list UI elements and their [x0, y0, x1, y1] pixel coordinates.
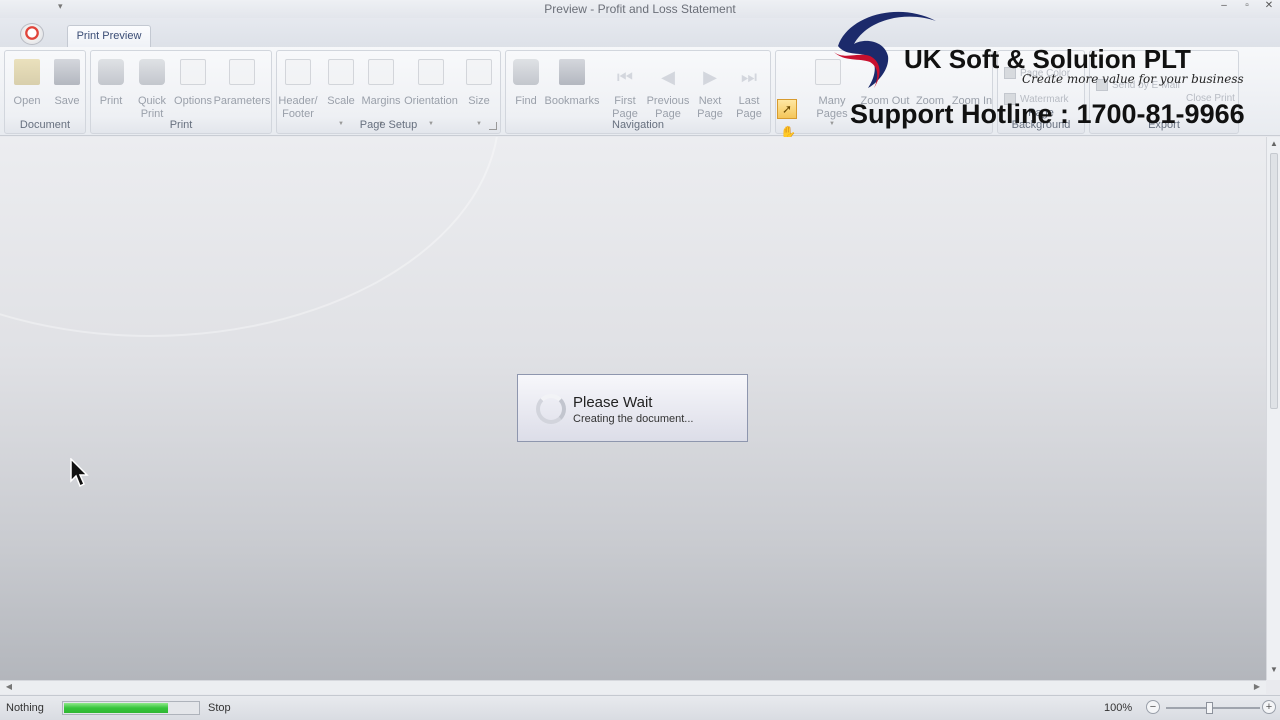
- zoom-level: 100%: [1104, 702, 1133, 714]
- find-button[interactable]: Find: [502, 55, 550, 119]
- bookmarks-button[interactable]: Bookmarks: [544, 55, 600, 119]
- zoom-slider-thumb[interactable]: [1206, 702, 1213, 714]
- bookmarks-icon: [559, 59, 585, 85]
- margins-icon: [368, 59, 394, 85]
- please-wait-dialog: Please Wait Creating the document...: [517, 374, 748, 442]
- company-name: UK Soft & Solution PLT: [904, 44, 1191, 74]
- header-footer-icon: [285, 59, 311, 85]
- parameters-label: Parameters: [213, 95, 271, 107]
- horizontal-scrollbar[interactable]: ◀ ▶: [0, 680, 1266, 694]
- last-page-label: Last Page: [736, 95, 762, 120]
- progress-bar-fill: [64, 703, 169, 713]
- parameters-button[interactable]: Parameters: [214, 55, 270, 119]
- bookmarks-label: Bookmarks: [544, 95, 600, 107]
- size-button[interactable]: Size ▼: [455, 55, 503, 127]
- group-label-navigation: Navigation: [612, 119, 664, 131]
- first-page-button[interactable]: ⏮ First Page: [601, 55, 649, 120]
- ribbon-group-page-setup: Header/ Footer Scale ▼ Margins ▼ Orienta…: [276, 50, 501, 134]
- dialog-title: Please Wait: [573, 394, 653, 411]
- next-page-label: Next Page: [697, 95, 723, 120]
- header-footer-button[interactable]: Header/ Footer: [274, 55, 322, 120]
- tab-print-preview[interactable]: Print Preview: [67, 25, 151, 49]
- scale-icon: [328, 59, 354, 85]
- options-button[interactable]: Options: [169, 55, 217, 119]
- binoculars-icon: [513, 59, 539, 85]
- application-menu-button[interactable]: [20, 23, 44, 45]
- vertical-scroll-thumb[interactable]: [1270, 153, 1278, 409]
- first-page-icon: ⏮: [616, 67, 634, 87]
- zoom-minus-icon[interactable]: −: [1146, 700, 1160, 714]
- zoom-slider-track[interactable]: [1166, 707, 1260, 709]
- dialog-message: Creating the document...: [573, 413, 694, 425]
- parameters-icon: [229, 59, 255, 85]
- orientation-button[interactable]: Orientation ▼: [404, 55, 458, 127]
- status-bar: Nothing Stop 100% − +: [0, 695, 1280, 720]
- page-setup-dialog-launcher[interactable]: [489, 122, 497, 130]
- printer-icon: [98, 59, 124, 85]
- scroll-right-icon[interactable]: ▶: [1250, 682, 1264, 691]
- orientation-icon: [418, 59, 444, 85]
- last-page-button[interactable]: ⏭ Last Page: [725, 55, 773, 120]
- previous-page-label: Previous Page: [646, 95, 690, 120]
- save-button[interactable]: Save: [43, 55, 91, 119]
- group-label-print: Print: [169, 119, 193, 131]
- scroll-down-icon[interactable]: ▼: [1267, 665, 1280, 679]
- status-text: Nothing: [6, 702, 44, 714]
- mouse-cursor-icon: [70, 458, 89, 488]
- previous-page-button[interactable]: ◀ Previous Page: [644, 55, 692, 120]
- stop-button[interactable]: Stop: [208, 702, 231, 714]
- previous-page-icon: ◀: [661, 67, 675, 87]
- group-label-document: Document: [19, 119, 71, 131]
- first-page-label: First Page: [612, 95, 638, 120]
- next-page-icon: ▶: [703, 67, 717, 87]
- group-label-page-setup: Page Setup: [359, 119, 418, 131]
- quick-print-icon: [139, 59, 165, 85]
- vertical-scrollbar[interactable]: ▲ ▼: [1266, 137, 1280, 680]
- folder-open-icon: [14, 59, 40, 85]
- margins-button[interactable]: Margins ▼: [357, 55, 405, 127]
- loading-spinner-icon: [536, 394, 566, 424]
- options-icon: [180, 59, 206, 85]
- background-glare: [0, 137, 500, 337]
- support-hotline: Support Hotline : 1700-81-9966: [850, 99, 1245, 129]
- page-size-icon: [466, 59, 492, 85]
- save-icon: [54, 59, 80, 85]
- last-page-icon: ⏭: [740, 67, 758, 87]
- zoom-plus-icon[interactable]: +: [1262, 700, 1276, 714]
- ribbon-group-print: Print Quick Print Options Parameters Pri…: [90, 50, 272, 134]
- ribbon-group-navigation: Find Bookmarks ⏮ First Page ◀ Previous P…: [505, 50, 771, 134]
- progress-bar: [62, 701, 200, 715]
- ribbon-group-document: Open Save Document: [4, 50, 86, 134]
- pointer-tool-icon[interactable]: ➚: [777, 99, 797, 119]
- branding-overlay: UK Soft & Solution PLT Create more value…: [828, 6, 1278, 136]
- scroll-up-icon[interactable]: ▲: [1267, 139, 1280, 153]
- scroll-left-icon[interactable]: ◀: [2, 682, 16, 691]
- company-slogan: Create more value for your business: [1022, 72, 1244, 86]
